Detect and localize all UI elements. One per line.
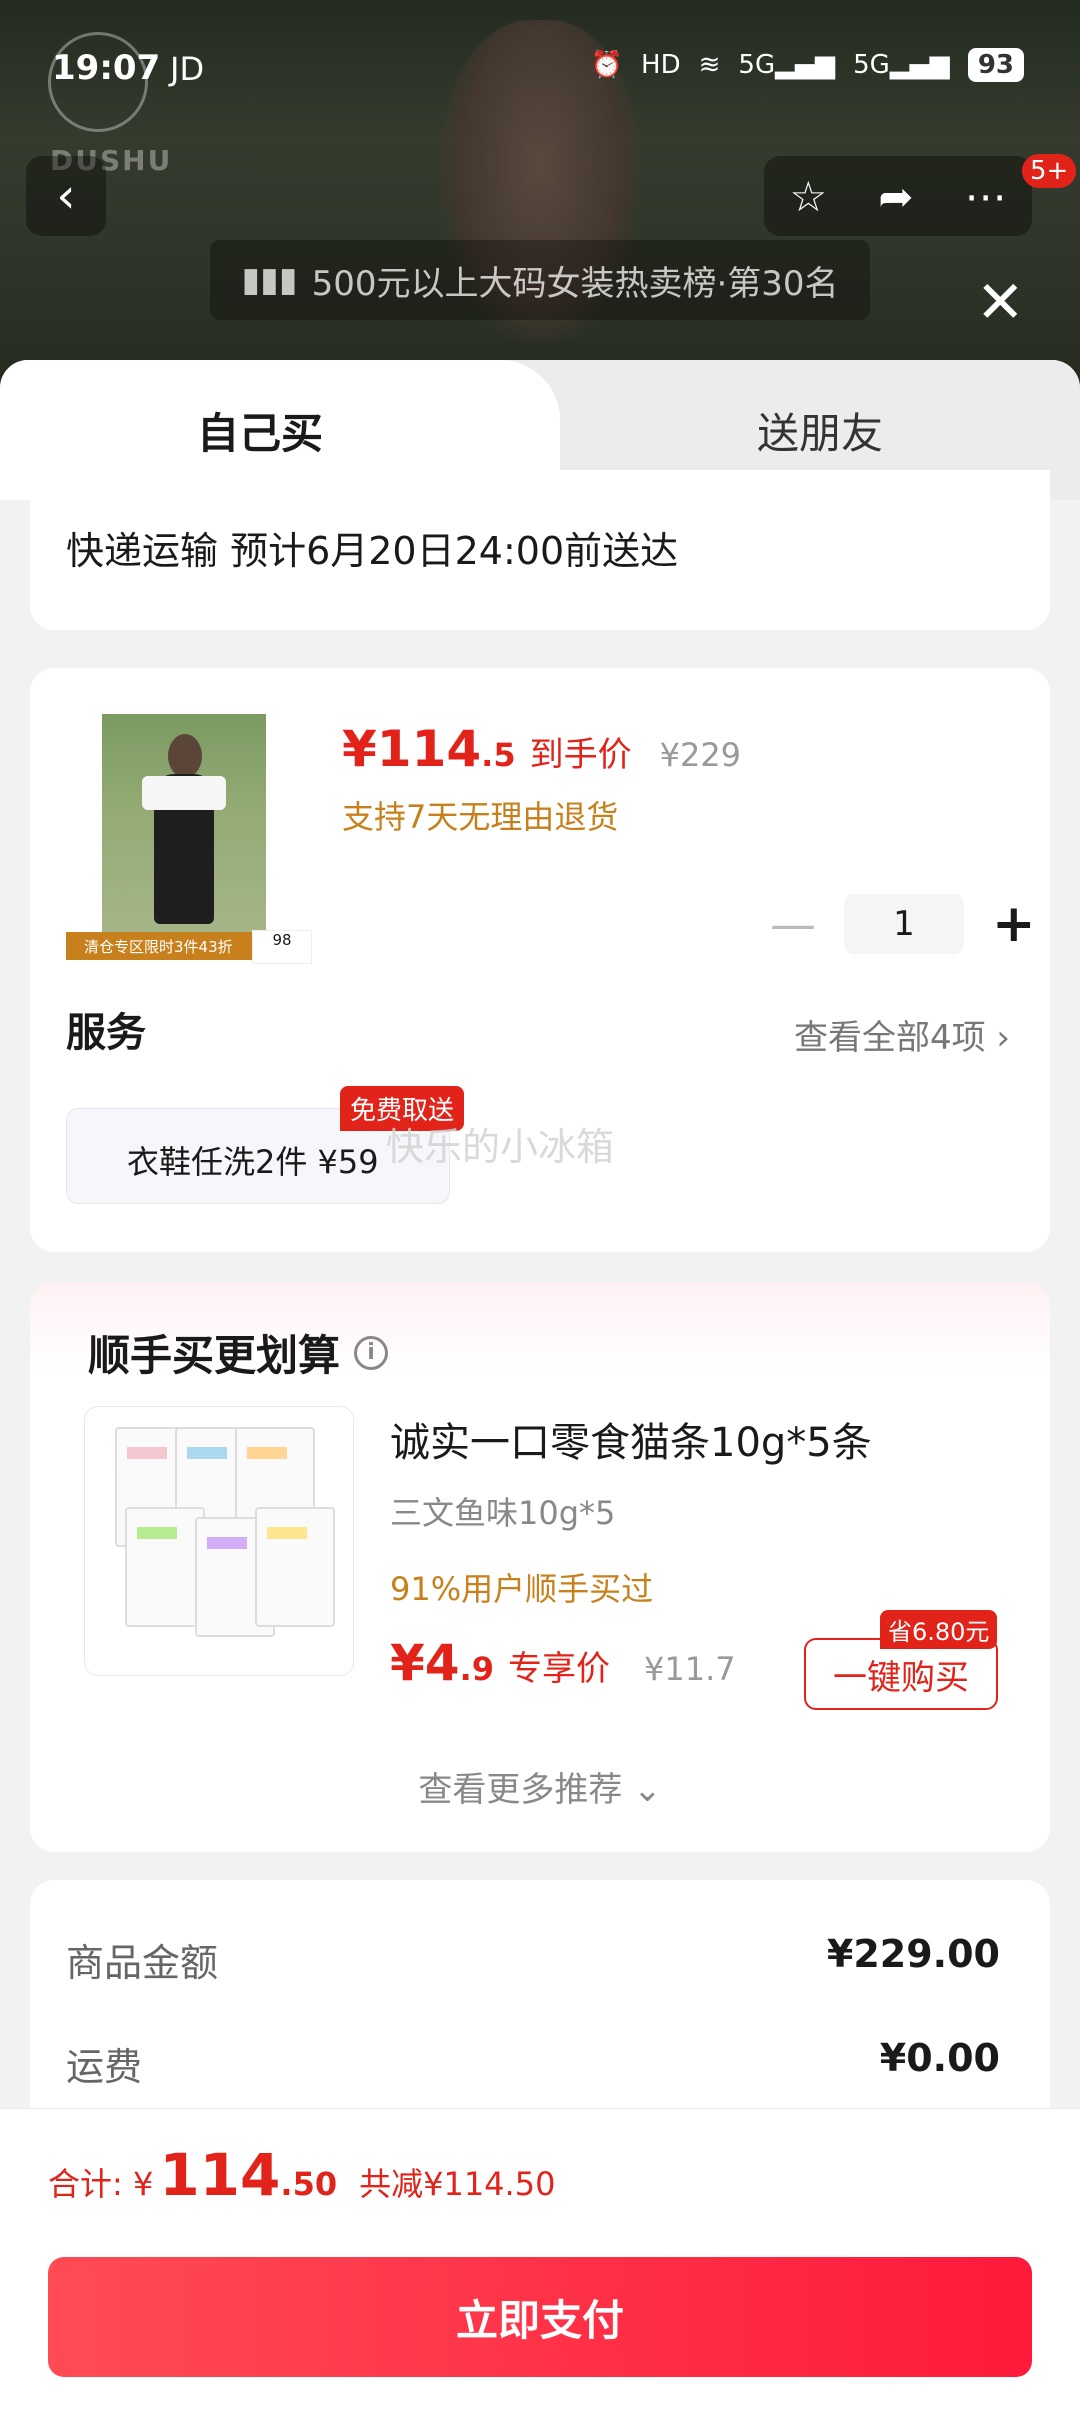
rank-icon: ▮▮▮ — [241, 260, 298, 300]
bottom-bar: 合计: ¥ 114.50 共减¥114.50 立即支付 — [0, 2108, 1080, 2412]
share-icon[interactable]: ➦ — [878, 172, 913, 221]
total-price: 合计: ¥ 114.50 共减¥114.50 — [48, 2141, 556, 2209]
back-icon: ‹ — [56, 168, 76, 224]
total-discount: 共减¥114.50 — [359, 2165, 556, 2203]
dushu-logo — [48, 32, 148, 132]
upsell-price: ¥4.9 专享价 ¥11.7 — [390, 1634, 736, 1692]
return-policy: 支持7天无理由退货 — [342, 798, 619, 836]
product-price: ¥114.5 到手价 ¥229 — [342, 720, 742, 778]
product-image[interactable] — [102, 714, 266, 958]
save-tag: 省6.80元 — [880, 1610, 998, 1649]
checkout-sheet: 自己买 送朋友 快递运输 预计6月20日24:00前送达 清仓专区限时3件43折… — [0, 360, 1080, 2412]
watermark: 快乐的小冰箱 — [386, 1125, 615, 1169]
back-button[interactable]: ‹ — [26, 156, 106, 236]
signal-1-icon: 5G▂▄▆ — [738, 50, 836, 80]
top-actions: ☆ ➦ ⋯ — [764, 156, 1032, 236]
upsell-title: 顺手买更划算 i — [88, 1322, 389, 1383]
service-more-link[interactable]: 查看全部4项 › — [794, 1010, 1010, 1059]
product-promo-banner: 清仓专区限时3件43折 — [66, 932, 252, 960]
hd-icon: HD — [641, 50, 681, 80]
close-icon[interactable]: ✕ — [976, 268, 1025, 336]
pay-now-button[interactable]: 立即支付 — [48, 2257, 1032, 2377]
quantity-value[interactable]: 1 — [844, 894, 964, 954]
quantity-stepper: — 1 + — [770, 894, 1036, 954]
product-card: 清仓专区限时3件43折 98 ¥114.5 到手价 ¥229 支持7天无理由退货… — [30, 668, 1050, 1252]
wifi-icon: ≋ — [698, 50, 721, 80]
summary-row: 运费 ¥0.00 — [66, 2036, 1000, 2089]
product-badge: 98 — [252, 930, 312, 964]
upsell-name[interactable]: 诚实一口零食猫条10g*5条 — [390, 1410, 872, 1468]
status-bar: 19:07 JD ⏰ HD ≋ 5G▂▄▆ 5G▂▄▆ 93 — [0, 0, 1080, 140]
service-title: 服务 — [66, 1010, 146, 1056]
upsell-bought: 91%用户顺手买过 — [390, 1570, 654, 1608]
summary-row: 商品金额 ¥229.00 — [66, 1932, 1000, 1985]
delivery-card: 快递运输 预计6月20日24:00前送达 — [30, 470, 1050, 630]
rank-text: 500元以上大码女装热卖榜·第30名 — [311, 263, 839, 304]
more-icon[interactable]: ⋯ — [964, 172, 1006, 221]
alarm-icon: ⏰ — [590, 50, 624, 80]
price-summary: 商品金额 ¥229.00 运费 ¥0.00 — [30, 1880, 1050, 2140]
upsell-card: 顺手买更划算 i 诚实一口零食猫条10g*5条 三文鱼味10g*5 91%用户顺… — [30, 1282, 1050, 1852]
increase-button[interactable]: + — [992, 894, 1036, 954]
upsell-old-price: ¥11.7 — [644, 1650, 736, 1688]
info-icon[interactable]: i — [354, 1335, 389, 1370]
delivery-text: 快递运输 预计6月20日24:00前送达 — [66, 529, 679, 573]
more-recommendations-link[interactable]: 查看更多推荐 ⌄ — [30, 1762, 1050, 1811]
signal-2-icon: 5G▂▄▆ — [853, 50, 950, 80]
decrease-button[interactable]: — — [770, 897, 816, 951]
upsell-spec: 三文鱼味10g*5 — [390, 1494, 616, 1532]
upsell-product-image[interactable] — [84, 1406, 354, 1676]
product-old-price: ¥229 — [659, 736, 742, 774]
rank-banner[interactable]: ▮▮▮ 500元以上大码女装热卖榜·第30名 — [210, 240, 870, 320]
battery-icon: 93 — [967, 48, 1024, 82]
status-carrier: JD — [170, 50, 205, 88]
star-icon[interactable]: ☆ — [790, 172, 828, 221]
notification-badge: 5+ — [1022, 154, 1077, 188]
status-icons: ⏰ HD ≋ 5G▂▄▆ 5G▂▄▆ 93 — [591, 48, 1024, 82]
